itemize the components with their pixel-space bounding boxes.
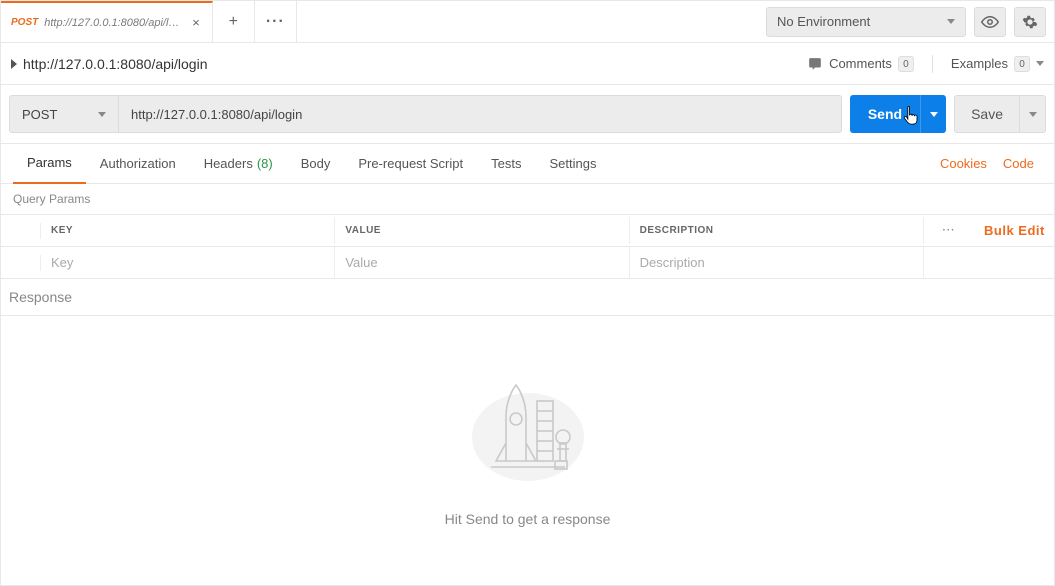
environment-label: No Environment: [777, 14, 870, 29]
examples-label: Examples: [951, 56, 1008, 71]
bulk-edit-button[interactable]: Bulk Edit: [974, 215, 1054, 246]
topbar-right: No Environment: [758, 1, 1054, 42]
response-empty-message: Hit Send to get a response: [445, 511, 611, 527]
send-button-group: Send: [850, 95, 946, 133]
tab-tests[interactable]: Tests: [477, 144, 535, 184]
response-label: Response: [1, 279, 1054, 316]
request-tab[interactable]: POST http://127.0.0.1:8080/api/login ×: [1, 1, 213, 42]
comments-label: Comments: [829, 56, 892, 71]
method-value: POST: [22, 107, 57, 122]
query-params-label: Query Params: [1, 184, 1054, 214]
examples-count: 0: [1014, 56, 1030, 72]
chevron-down-icon: [947, 19, 955, 24]
col-key: KEY: [41, 217, 335, 244]
tabstrip: POST http://127.0.0.1:8080/api/login × +…: [1, 1, 297, 42]
headers-count: (8): [257, 156, 273, 171]
chevron-down-icon: [1036, 61, 1044, 66]
request-title[interactable]: http://127.0.0.1:8080/api/login: [23, 56, 207, 72]
code-link[interactable]: Code: [995, 156, 1042, 171]
chevron-down-icon: [1029, 112, 1037, 117]
query-params-table: KEY VALUE DESCRIPTION ··· Bulk Edit: [1, 214, 1054, 279]
request-title-bar: http://127.0.0.1:8080/api/login Comments…: [1, 43, 1054, 85]
tab-overflow-button[interactable]: ···: [255, 1, 297, 42]
comment-icon: [807, 57, 823, 71]
param-description-input[interactable]: [640, 255, 913, 270]
response-empty-state: Hit Send to get a response: [1, 316, 1054, 586]
divider: [932, 55, 933, 73]
param-key-input[interactable]: [51, 255, 324, 270]
send-label: Send: [868, 106, 902, 122]
comments-button[interactable]: Comments 0: [807, 56, 914, 72]
col-description: DESCRIPTION: [630, 217, 924, 244]
settings-button[interactable]: [1014, 7, 1046, 37]
save-button[interactable]: Save: [954, 95, 1020, 133]
environment-quicklook-button[interactable]: [974, 7, 1006, 37]
close-tab-icon[interactable]: ×: [190, 15, 202, 30]
url-input[interactable]: [119, 95, 842, 133]
param-value-input[interactable]: [345, 255, 618, 270]
more-columns-button[interactable]: ···: [924, 217, 974, 244]
cursor-icon: [902, 104, 922, 131]
url-row: POST Send Save: [1, 85, 1054, 144]
environment-select[interactable]: No Environment: [766, 7, 966, 37]
tab-headers-label: Headers: [204, 156, 253, 171]
tab-settings[interactable]: Settings: [535, 144, 610, 184]
chevron-down-icon: [930, 112, 938, 117]
examples-button[interactable]: Examples 0: [951, 56, 1044, 72]
col-value: VALUE: [335, 217, 629, 244]
save-dropdown-button[interactable]: [1020, 95, 1046, 133]
send-dropdown-button[interactable]: [920, 95, 946, 133]
tab-method: POST: [11, 17, 38, 28]
title-actions: Comments 0 Examples 0: [807, 55, 1044, 73]
table-row: [1, 247, 1054, 278]
rocket-illustration-icon: [463, 375, 593, 485]
collapse-toggle-icon[interactable]: [11, 59, 17, 69]
eye-icon: [981, 13, 999, 31]
tab-params[interactable]: Params: [13, 144, 86, 184]
comments-count: 0: [898, 56, 914, 72]
cookies-link[interactable]: Cookies: [932, 156, 995, 171]
send-button[interactable]: Send: [850, 95, 920, 133]
tab-authorization[interactable]: Authorization: [86, 144, 190, 184]
new-tab-button[interactable]: +: [213, 1, 255, 42]
chevron-down-icon: [98, 112, 106, 117]
method-select[interactable]: POST: [9, 95, 119, 133]
tab-headers[interactable]: Headers (8): [190, 144, 287, 184]
table-header: KEY VALUE DESCRIPTION ··· Bulk Edit: [1, 215, 1054, 247]
request-tabs: Params Authorization Headers (8) Body Pr…: [1, 144, 1054, 184]
gear-icon: [1022, 14, 1038, 30]
save-button-group: Save: [954, 95, 1046, 133]
tab-body[interactable]: Body: [287, 144, 345, 184]
tab-prerequest[interactable]: Pre-request Script: [344, 144, 477, 184]
topbar: POST http://127.0.0.1:8080/api/login × +…: [1, 1, 1054, 43]
tab-url: http://127.0.0.1:8080/api/login: [44, 17, 184, 29]
